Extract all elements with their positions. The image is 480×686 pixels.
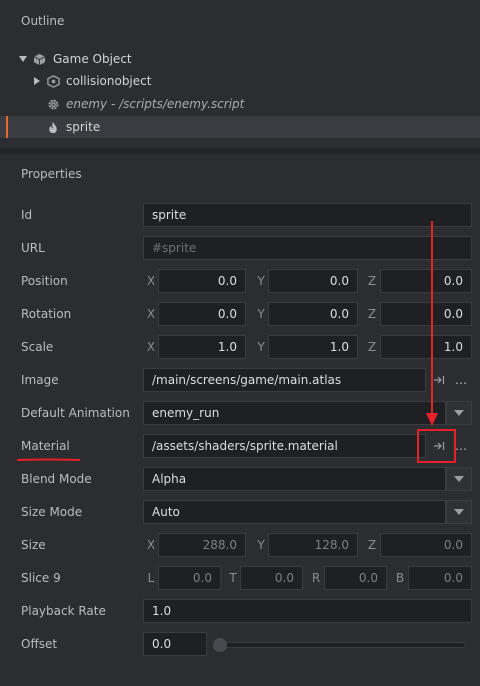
selection-indicator [6,116,8,138]
axis-x-label: X [146,274,156,288]
collision-object-icon [46,74,60,88]
tree-item-label: sprite [66,120,101,134]
rotation-y-input[interactable]: 0.0 [268,302,358,326]
axis-x-label: X [146,340,156,354]
axis-b-label: B [395,571,405,585]
chevron-down-icon[interactable] [446,500,472,524]
scale-label: Scale [21,340,54,354]
position-x-input[interactable]: 0.0 [158,269,246,293]
tree-item-label: collisionobject [66,74,152,88]
axis-y-label: Y [257,274,265,288]
slice9-b-input[interactable]: 0.0 [408,566,472,590]
open-resource-icon[interactable] [428,434,450,458]
size-x-input[interactable]: 288.0 [158,533,246,557]
scale-z-input[interactable]: 1.0 [380,335,472,359]
slice9-t-input[interactable]: 0.0 [240,566,303,590]
slice9-label: Slice 9 [21,571,61,585]
axis-t-label: T [229,571,237,585]
outline-panel: Outline Game Object collisionobject enem… [0,0,480,148]
offset-input[interactable]: 0.0 [143,632,207,656]
id-label: Id [21,208,33,222]
rotation-x-input[interactable]: 0.0 [158,302,246,326]
offset-slider-knob[interactable] [213,638,227,652]
material-label: Material [21,439,70,453]
material-resource-input[interactable]: /assets/shaders/sprite.material [143,434,426,458]
expand-arrow-right-icon[interactable] [30,74,44,88]
axis-r-label: R [311,571,321,585]
playback-rate-label: Playback Rate [21,604,106,618]
axis-x-label: X [146,307,156,321]
image-resource-input[interactable]: /main/screens/game/main.atlas [143,368,426,392]
tree-item-sprite[interactable]: sprite [0,116,480,138]
gear-icon [46,97,60,111]
blend-mode-label: Blend Mode [21,472,92,486]
default-animation-select[interactable]: enemy_run [143,401,446,425]
scale-y-input[interactable]: 1.0 [268,335,358,359]
position-y-input[interactable]: 0.0 [268,269,358,293]
size-label: Size [21,538,46,552]
rotation-label: Rotation [21,307,72,321]
axis-y-label: Y [257,340,265,354]
chevron-down-icon[interactable] [446,467,472,491]
size-z-input[interactable]: 0.0 [380,533,472,557]
expand-arrow-down-icon[interactable] [16,52,30,66]
slice9-l-input[interactable]: 0.0 [158,566,221,590]
axis-z-label: Z [367,340,377,354]
tree-item-game-object[interactable]: Game Object [0,48,480,70]
url-label: URL [21,241,45,255]
blend-mode-select[interactable]: Alpha [143,467,446,491]
position-z-input[interactable]: 0.0 [380,269,472,293]
tree-item-label: Game Object [53,52,132,66]
position-label: Position [21,274,68,288]
sprite-flame-icon [46,120,60,134]
axis-y-label: Y [257,307,265,321]
url-input[interactable]: #sprite [143,236,472,260]
open-resource-icon[interactable] [428,368,450,392]
axis-z-label: Z [367,307,377,321]
size-y-input[interactable]: 128.0 [268,533,358,557]
tree-item-collisionobject[interactable]: collisionobject [0,70,480,92]
browse-resource-button[interactable]: … [450,368,472,392]
axis-z-label: Z [367,538,377,552]
properties-title: Properties [21,167,82,181]
tree-item-label: enemy - /scripts/enemy.script [66,97,245,111]
axis-y-label: Y [257,538,265,552]
outline-title: Outline [21,14,65,28]
id-input[interactable]: sprite [143,203,472,227]
browse-resource-button[interactable]: … [450,434,472,458]
default-animation-label: Default Animation [21,406,130,420]
chevron-down-icon[interactable] [446,401,472,425]
tree-item-enemy-script[interactable]: enemy - /scripts/enemy.script [0,93,480,115]
game-object-cube-icon [32,52,46,66]
image-label: Image [21,373,59,387]
offset-slider-track[interactable] [214,642,466,648]
playback-rate-input[interactable]: 1.0 [143,599,472,623]
scale-x-input[interactable]: 1.0 [158,335,246,359]
rotation-z-input[interactable]: 0.0 [380,302,472,326]
size-mode-select[interactable]: Auto [143,500,446,524]
slice9-r-input[interactable]: 0.0 [324,566,387,590]
size-mode-label: Size Mode [21,505,83,519]
axis-z-label: Z [367,274,377,288]
axis-x-label: X [146,538,156,552]
properties-panel: Properties Id sprite URL #sprite Positio… [0,154,480,686]
offset-label: Offset [21,637,58,651]
axis-l-label: L [147,571,155,585]
